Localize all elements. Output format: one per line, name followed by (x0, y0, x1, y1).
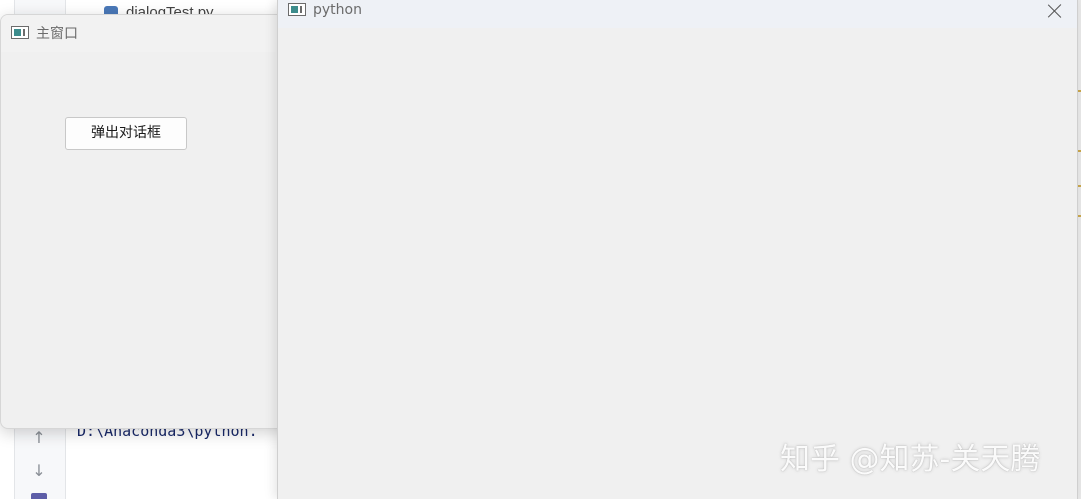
window-icon (288, 3, 306, 16)
dialog-title: python (313, 2, 362, 18)
main-window-titlebar[interactable]: 主窗口 (1, 15, 301, 52)
watermark: 知乎 @知苏-关天腾 (780, 442, 1041, 477)
stop-icon[interactable] (31, 493, 47, 499)
main-window: 主窗口 弹出对话框 (0, 14, 302, 429)
popup-dialog-button[interactable]: 弹出对话框 (65, 117, 187, 150)
arrow-down-icon[interactable]: ↓ (30, 462, 48, 480)
arrow-up-icon[interactable]: ↑ (30, 429, 48, 447)
close-icon[interactable] (1046, 2, 1064, 20)
window-icon (11, 26, 29, 39)
dialog-titlebar[interactable]: python (278, 0, 1077, 28)
main-window-title: 主窗口 (36, 26, 78, 42)
dialog-window: python (277, 0, 1078, 499)
